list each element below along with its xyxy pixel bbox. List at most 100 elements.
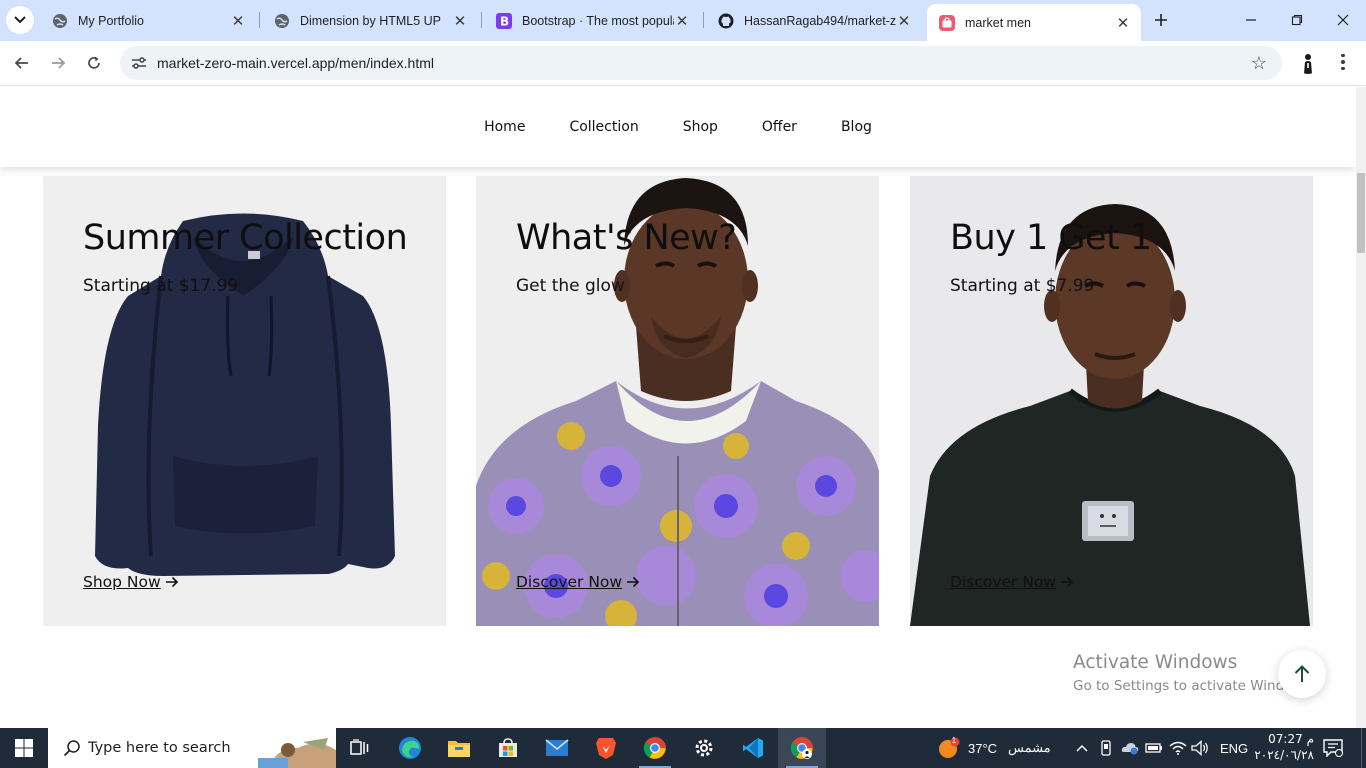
browser-tab-github[interactable]: HassanRagab494/market-ze ✕ xyxy=(706,6,922,35)
tab-title: HassanRagab494/market-ze xyxy=(744,13,896,28)
forward-button[interactable] xyxy=(44,49,72,77)
chrome-profile-app[interactable] xyxy=(778,728,826,768)
browser-tab-bootstrap[interactable]: B Bootstrap · The most popula ✕ xyxy=(484,6,700,35)
new-tab-button[interactable] xyxy=(1150,9,1172,31)
promo-card-summer: Summer Collection Starting at $17.99 Sho… xyxy=(43,176,446,626)
page-viewport: Home Collection Shop Offer Blog Summer C… xyxy=(0,87,1366,728)
minimize-button[interactable] xyxy=(1228,0,1274,40)
volume-icon[interactable] xyxy=(1190,738,1210,758)
browser-tab-dimension[interactable]: Dimension by HTML5 UP ✕ xyxy=(262,6,478,35)
card-link-label: Discover Now xyxy=(516,573,623,591)
restore-button[interactable] xyxy=(1274,0,1320,40)
nav-blog[interactable]: Blog xyxy=(819,119,894,135)
task-view-icon xyxy=(350,739,369,755)
bookmark-star-icon[interactable]: ☆ xyxy=(1248,52,1270,74)
edge-icon xyxy=(399,737,421,759)
start-button[interactable] xyxy=(0,728,48,768)
nav-collection[interactable]: Collection xyxy=(547,119,660,135)
tab-title: Bootstrap · The most popula xyxy=(522,13,674,28)
card-title: What's New? xyxy=(516,218,737,258)
address-bar[interactable]: market-zero-main.vercel.app/men/index.ht… xyxy=(120,46,1282,80)
shop-now-link[interactable]: Shop Now xyxy=(83,573,179,591)
show-desktop-button[interactable] xyxy=(1361,728,1366,768)
windows-taskbar: Type here to search 1 37°C مشمس ENG 07:2… xyxy=(0,728,1366,768)
search-placeholder: Type here to search xyxy=(88,740,231,756)
arrow-right-icon xyxy=(165,576,178,588)
taskbar-clock[interactable]: 07:27 م ٢٠٢٤/٠٦/٢٨ xyxy=(1252,731,1314,763)
arrow-right-icon xyxy=(52,57,66,69)
edge-app[interactable] xyxy=(386,728,434,768)
menu-dot xyxy=(1341,53,1345,58)
close-icon[interactable]: ✕ xyxy=(452,13,468,30)
brave-app[interactable] xyxy=(582,728,630,768)
discover-now-link[interactable]: Discover Now xyxy=(516,573,640,591)
windows-logo-icon xyxy=(15,739,33,757)
device-icon[interactable] xyxy=(1096,738,1116,758)
reload-button[interactable] xyxy=(80,49,108,77)
tab-separator xyxy=(703,12,704,28)
close-icon xyxy=(1337,14,1349,26)
browser-tab-portfolio[interactable]: My Portfolio ✕ xyxy=(40,6,256,35)
back-to-top-button[interactable] xyxy=(1278,650,1326,698)
mail-app[interactable] xyxy=(533,728,581,768)
tab-title: market men xyxy=(965,15,1031,30)
chrome-profile-icon xyxy=(790,737,813,759)
taskbar-search-box[interactable]: Type here to search xyxy=(48,728,336,768)
chrome-icon xyxy=(643,737,666,759)
arrow-left-icon xyxy=(14,57,28,69)
chevron-up-icon[interactable] xyxy=(1072,738,1092,758)
nav-shop[interactable]: Shop xyxy=(661,119,740,135)
tab-title: Dimension by HTML5 UP xyxy=(300,13,442,28)
close-icon[interactable]: ✕ xyxy=(230,13,246,30)
battery-icon[interactable] xyxy=(1144,738,1164,758)
clock-time: 07:27 م xyxy=(1268,732,1314,746)
file-explorer-app[interactable] xyxy=(435,728,483,768)
chrome-app[interactable] xyxy=(631,728,679,768)
profile-avatar[interactable] xyxy=(1296,50,1320,74)
notification-center-button[interactable] xyxy=(1320,736,1346,760)
clock-date: ٢٠٢٤/٠٦/٢٨ xyxy=(1254,748,1314,762)
globe-icon xyxy=(274,13,290,29)
close-icon[interactable]: ✕ xyxy=(1115,15,1131,32)
onedrive-icon[interactable] xyxy=(1120,738,1140,758)
weather-temperature[interactable]: 37°C xyxy=(968,728,997,768)
search-icon xyxy=(62,738,82,758)
close-icon[interactable]: ✕ xyxy=(896,13,912,30)
arrow-up-icon xyxy=(1294,665,1310,682)
discover-now-link[interactable]: Discover Now xyxy=(950,573,1074,591)
close-window-button[interactable] xyxy=(1320,0,1366,40)
back-button[interactable] xyxy=(8,49,36,77)
search-highlight-illustration xyxy=(258,738,336,768)
card-subtitle: Get the glow xyxy=(516,276,625,296)
card-title: Buy 1 Get 1 xyxy=(950,218,1152,258)
card-link-label: Shop Now xyxy=(83,573,161,591)
browser-menu-button[interactable] xyxy=(1330,49,1356,75)
tab-title: My Portfolio xyxy=(78,13,144,28)
card-subtitle: Starting at $7.99 xyxy=(950,276,1095,296)
close-icon[interactable]: ✕ xyxy=(674,13,690,30)
browser-toolbar: market-zero-main.vercel.app/men/index.ht… xyxy=(0,41,1366,86)
scrollbar-thumb[interactable] xyxy=(1357,173,1365,253)
nav-home[interactable]: Home xyxy=(462,119,547,135)
bag-icon xyxy=(939,14,955,31)
site-navbar: Home Collection Shop Offer Blog xyxy=(0,87,1356,167)
reload-icon xyxy=(88,56,100,69)
arrow-right-icon xyxy=(627,576,640,588)
language-indicator[interactable]: ENG xyxy=(1220,728,1248,768)
vscode-app[interactable] xyxy=(729,728,777,768)
weather-description[interactable]: مشمس xyxy=(1008,728,1051,768)
tab-search-button[interactable] xyxy=(6,6,34,34)
wifi-icon[interactable] xyxy=(1168,738,1188,758)
store-icon xyxy=(499,738,517,757)
card-title: Summer Collection xyxy=(83,218,408,258)
settings-app[interactable] xyxy=(680,728,728,768)
globe-icon xyxy=(52,13,68,29)
task-view-button[interactable] xyxy=(336,728,384,768)
nav-offer[interactable]: Offer xyxy=(740,119,819,135)
store-app[interactable] xyxy=(484,728,532,768)
browser-tab-market-men[interactable]: market men ✕ xyxy=(927,4,1141,41)
site-settings-icon[interactable] xyxy=(128,52,150,74)
plus-icon xyxy=(1155,14,1167,26)
tab-separator xyxy=(481,12,482,28)
brave-icon xyxy=(596,738,616,759)
